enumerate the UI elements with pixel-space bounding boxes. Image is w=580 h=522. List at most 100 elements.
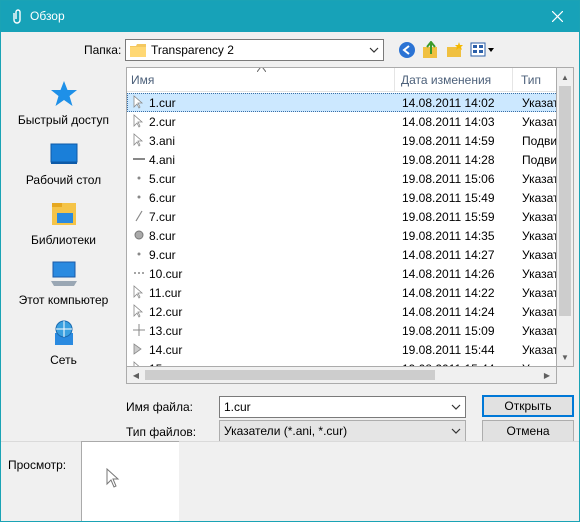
preview-box — [81, 441, 179, 521]
table-row[interactable]: 6.cur 19.08.2011 15:49 Указат — [127, 188, 557, 207]
table-row[interactable]: 10.cur 14.08.2011 14:26 Указат — [127, 264, 557, 283]
table-row[interactable]: 15.cur19.08.2011 15:44Указат — [127, 359, 556, 366]
cursor-file-icon — [133, 114, 144, 128]
place-label: Быстрый доступ — [17, 113, 110, 127]
file-type: Указат — [522, 96, 557, 110]
place-network[interactable]: Сеть — [6, 313, 121, 371]
file-type: Указат — [522, 248, 557, 262]
place-label: Рабочий стол — [25, 173, 102, 187]
close-button[interactable] — [535, 1, 579, 32]
file-date: 19.08.2011 14:59 — [402, 134, 495, 148]
place-quick-access[interactable]: Быстрый доступ — [6, 73, 121, 131]
file-type: Подви — [522, 134, 557, 148]
table-row[interactable]: 9.cur 14.08.2011 14:27 Указат — [127, 245, 557, 264]
column-header-name[interactable]: Имя — [127, 68, 395, 92]
window-title: Обзор — [30, 9, 65, 23]
file-type: Указат — [522, 172, 557, 186]
file-type: Указат — [522, 305, 557, 319]
table-row[interactable]: 7.cur 19.08.2011 15:59 Указат — [127, 207, 557, 226]
file-type: Указат — [522, 343, 557, 357]
vertical-scrollbar[interactable]: ▲ ▼ — [557, 67, 574, 367]
back-icon — [399, 42, 415, 58]
title-bar: Обзор — [1, 1, 579, 32]
file-date: 19.08.2011 15:49 — [402, 191, 495, 205]
column-header-row: Имя Дата изменения Тип — [127, 68, 556, 92]
scroll-right-icon[interactable]: ▶ — [540, 368, 554, 382]
cursor-file-icon — [133, 158, 145, 160]
file-name: 3.ani — [149, 134, 176, 148]
place-label: Этот компьютер — [18, 293, 109, 307]
location-value: Transparency 2 — [151, 43, 234, 57]
file-type: Указат — [522, 267, 557, 281]
filename-input[interactable]: 1.cur — [219, 396, 466, 418]
filetype-dropdown[interactable]: Указатели (*.ani, *.cur) — [219, 420, 466, 442]
file-name: 1.cur — [149, 96, 176, 110]
cursor-file-icon — [133, 133, 144, 147]
scroll-left-icon[interactable]: ◀ — [129, 368, 143, 382]
file-type: Указат — [522, 115, 557, 129]
up-folder-button[interactable] — [422, 40, 442, 61]
location-label: Папка: — [84, 43, 122, 57]
table-row[interactable]: 13.cur 19.08.2011 15:09 Указат — [127, 321, 556, 340]
file-name: 9.cur — [149, 248, 176, 262]
chevron-down-icon — [451, 404, 461, 410]
vertical-scroll-thumb[interactable] — [559, 86, 571, 316]
file-name: 2.cur — [149, 115, 176, 129]
table-row[interactable]: 4.ani 19.08.2011 14:28 Подви — [127, 150, 557, 169]
file-name: 6.cur — [149, 191, 176, 205]
open-dialog: Обзор Папка: Transparency 2 Быстрый дост… — [0, 0, 580, 522]
place-this-pc[interactable]: Этот компьютер — [6, 253, 121, 311]
file-name: 7.cur — [149, 210, 176, 224]
cursor-preview-icon — [106, 468, 120, 488]
cursor-file-icon — [133, 95, 144, 109]
cursor-file-icon — [133, 343, 142, 355]
library-icon — [52, 203, 76, 225]
view-menu-icon — [470, 42, 494, 57]
file-type: Указат — [522, 191, 557, 205]
cursor-file-icon — [137, 252, 141, 256]
cursor-file-icon — [133, 285, 144, 299]
cancel-button[interactable]: Отмена — [482, 420, 574, 442]
chevron-down-icon — [369, 47, 379, 53]
scroll-up-icon[interactable]: ▲ — [558, 70, 572, 84]
file-type: Подви — [522, 153, 557, 167]
table-row[interactable]: 3.ani 19.08.2011 14:59 Подви — [127, 131, 557, 150]
file-date: 19.08.2011 15:06 — [402, 172, 495, 186]
cursor-file-icon — [133, 304, 144, 318]
table-row[interactable]: 12.cur 14.08.2011 14:24 Указат — [127, 302, 557, 321]
view-menu-button[interactable] — [470, 41, 496, 61]
back-button[interactable] — [398, 41, 418, 61]
place-libraries[interactable]: Библиотеки — [6, 193, 121, 251]
file-date: 19.08.2011 15:59 — [402, 210, 495, 224]
horizontal-scroll-thumb[interactable] — [145, 370, 435, 380]
table-row[interactable]: 11.cur 14.08.2011 14:22 Указат — [127, 283, 556, 302]
cursor-file-icon — [137, 195, 141, 199]
location-dropdown[interactable]: Transparency 2 — [125, 39, 384, 61]
table-row[interactable]: 2.cur 14.08.2011 14:03 Указат — [127, 112, 557, 131]
cursor-file-icon — [135, 210, 143, 222]
table-row[interactable]: 1.cur 14.08.2011 14:02 Указат — [127, 93, 557, 112]
cursor-file-icon — [133, 324, 145, 336]
chevron-down-icon — [451, 428, 461, 434]
column-header-date[interactable]: Дата изменения — [395, 68, 513, 92]
open-button[interactable]: Открыть — [482, 395, 574, 417]
folder-icon — [130, 44, 146, 57]
scroll-down-icon[interactable]: ▼ — [558, 350, 572, 364]
file-date: 19.08.2011 15:44 — [402, 343, 495, 357]
table-row[interactable]: 5.cur 19.08.2011 15:06 Указат — [127, 169, 557, 188]
new-folder-icon — [447, 42, 463, 57]
file-date: 14.08.2011 14:26 — [402, 267, 495, 281]
file-type: Указат — [522, 210, 557, 224]
file-name: 5.cur — [149, 172, 176, 186]
file-date: 14.08.2011 14:27 — [402, 248, 495, 262]
horizontal-scrollbar[interactable]: ◀ ▶ — [126, 367, 557, 384]
file-date: 19.08.2011 14:28 — [402, 153, 495, 167]
column-header-type[interactable]: Тип — [513, 68, 556, 92]
place-desktop[interactable]: Рабочий стол — [6, 133, 121, 191]
file-date: 19.08.2011 14:35 — [402, 229, 495, 243]
table-row[interactable]: 14.cur 19.08.2011 15:44 Указат — [127, 340, 557, 359]
table-row[interactable]: 8.cur 19.08.2011 14:35 Указат — [127, 226, 556, 245]
new-folder-button[interactable] — [446, 41, 466, 61]
filetype-value: Указатели (*.ani, *.cur) — [224, 424, 348, 438]
cursor-file-icon — [134, 230, 144, 240]
